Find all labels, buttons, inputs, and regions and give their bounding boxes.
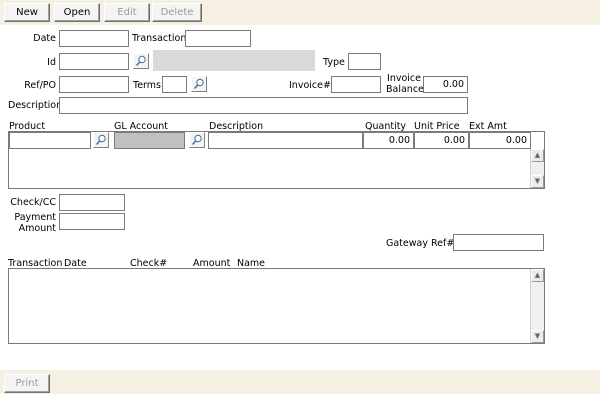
new-button[interactable]: New bbox=[4, 3, 50, 22]
magnifier-icon bbox=[135, 55, 146, 67]
gl-account-field bbox=[114, 132, 185, 149]
print-button[interactable]: Print bbox=[4, 374, 50, 393]
invoice-number-field[interactable] bbox=[331, 76, 381, 93]
toolbar: New Open Edit Delete bbox=[0, 0, 600, 25]
invoice-balance-label: Invoice Balance bbox=[386, 73, 424, 95]
terms-lookup-button[interactable] bbox=[191, 76, 207, 92]
line-description-field[interactable] bbox=[208, 132, 363, 149]
product-field[interactable] bbox=[9, 132, 91, 149]
magnifier-icon bbox=[95, 134, 106, 146]
type-field[interactable] bbox=[348, 53, 381, 70]
description-field[interactable] bbox=[59, 97, 468, 114]
quantity-field[interactable]: 0.00 bbox=[363, 132, 414, 149]
transactions-list[interactable] bbox=[8, 268, 545, 344]
magnifier-icon bbox=[193, 78, 204, 90]
up-arrow-icon[interactable]: ▲ bbox=[531, 149, 544, 162]
footer-bar: Print bbox=[0, 370, 600, 394]
unit-price-field[interactable]: 0.00 bbox=[414, 132, 469, 149]
delete-button[interactable]: Delete bbox=[152, 3, 202, 22]
down-arrow-icon[interactable]: ▼ bbox=[531, 330, 544, 343]
ref-po-field[interactable] bbox=[59, 76, 129, 93]
payment-amount-label-line2: Amount bbox=[18, 223, 56, 234]
product-lookup-button[interactable] bbox=[93, 132, 109, 148]
payment-amount-label-line1: Payment bbox=[14, 212, 56, 223]
magnifier-icon bbox=[191, 134, 202, 146]
date-label: Date bbox=[33, 33, 56, 44]
id-label: Id bbox=[47, 57, 56, 68]
date-field[interactable] bbox=[59, 30, 129, 47]
description-label: Description bbox=[8, 100, 63, 111]
open-button[interactable]: Open bbox=[54, 3, 100, 22]
payment-amount-field[interactable] bbox=[59, 213, 125, 230]
id-lookup-button[interactable] bbox=[133, 53, 149, 69]
check-cc-field[interactable] bbox=[59, 194, 125, 211]
gateway-ref-label: Gateway Ref# bbox=[386, 238, 455, 249]
line-items-scrollbar[interactable]: ▲ ▼ bbox=[530, 149, 544, 188]
invoice-balance-label-line2: Balance bbox=[386, 84, 424, 95]
invoice-balance-field: 0.00 bbox=[423, 76, 468, 93]
edit-button[interactable]: Edit bbox=[104, 3, 150, 22]
gateway-ref-field[interactable] bbox=[453, 234, 544, 251]
ref-po-label: Ref/PO bbox=[24, 80, 56, 91]
payment-amount-label: Payment Amount bbox=[4, 212, 56, 234]
id-name-display bbox=[153, 50, 315, 71]
transaction-field[interactable] bbox=[185, 30, 251, 47]
down-arrow-icon[interactable]: ▼ bbox=[531, 175, 544, 188]
gl-account-lookup-button[interactable] bbox=[189, 132, 205, 148]
invoice-number-label: Invoice# bbox=[289, 80, 331, 91]
id-field[interactable] bbox=[59, 53, 129, 70]
transaction-label: Transaction bbox=[132, 33, 187, 44]
check-cc-label: Check/CC bbox=[10, 197, 56, 208]
transactions-scrollbar[interactable]: ▲ ▼ bbox=[530, 269, 544, 343]
terms-field[interactable] bbox=[162, 76, 187, 93]
ext-amt-field: 0.00 bbox=[469, 132, 531, 149]
type-label: Type bbox=[323, 57, 345, 68]
invoice-balance-label-line1: Invoice bbox=[387, 73, 421, 84]
up-arrow-icon[interactable]: ▲ bbox=[531, 269, 544, 282]
terms-label: Terms bbox=[133, 80, 161, 91]
